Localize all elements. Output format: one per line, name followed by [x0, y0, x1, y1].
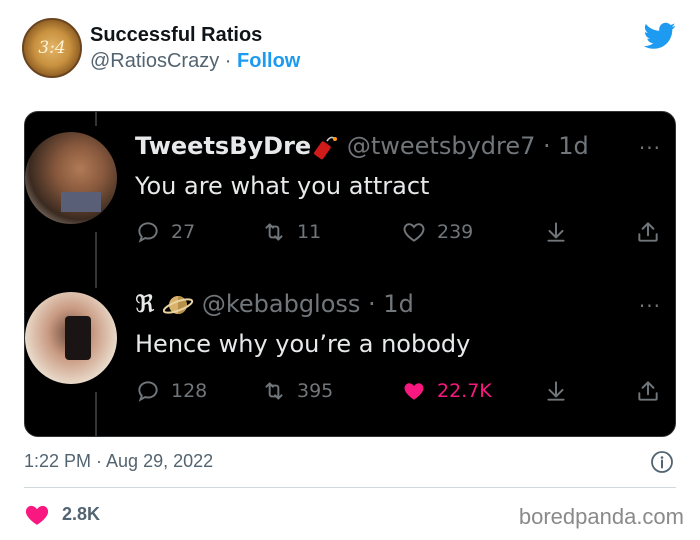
heart-filled-icon [404, 383, 424, 400]
account-avatar[interactable]: 3:4 [22, 18, 82, 78]
tweet-1-display-name[interactable]: TweetsByDre [135, 132, 311, 160]
account-handle[interactable]: @RatiosCrazy [90, 50, 219, 72]
tweet-2-save-button[interactable] [543, 374, 569, 408]
heart-filled-icon [25, 505, 49, 525]
tweet-2-retweet-button[interactable]: 395 [261, 374, 333, 408]
reply-icon [138, 381, 158, 402]
tweet-2-header: ℜ @kebabgloss · 1d [135, 290, 414, 320]
tweet-2-actions: 128 395 22.7K [135, 374, 665, 408]
embed-like-count: 2.8K [62, 503, 101, 524]
firecracker-icon [314, 136, 338, 160]
tweet-2-like-button[interactable]: 22.7K [401, 374, 492, 408]
tweet-timestamp[interactable]: 1:22 PM · Aug 29, 2022 [24, 451, 213, 472]
tweet-2-avatar[interactable] [25, 292, 117, 384]
separator-dot: · [224, 50, 232, 72]
tweet-2-meta[interactable]: @kebabgloss · 1d [202, 290, 414, 318]
tweet-1-retweet-count: 11 [297, 221, 322, 243]
boredpanda-watermark: boredpanda.com [518, 504, 684, 529]
tweet-2-like-count: 22.7K [437, 380, 492, 402]
tweet-1-avatar[interactable] [25, 132, 117, 224]
account-handle-line: @RatiosCrazy · Follow [90, 50, 300, 73]
tweet-1-share-button[interactable] [635, 215, 661, 249]
tweet-1-like-button[interactable]: 239 [401, 215, 473, 249]
footer-divider [24, 487, 676, 488]
tweet-1-save-button[interactable] [543, 215, 569, 249]
heart-outline-icon [403, 223, 425, 242]
tweet-1-text: You are what you attract [135, 172, 430, 200]
embedded-screenshot: TweetsByDre @tweetsbydre7 · 1d ··· You a… [24, 111, 676, 437]
download-icon [547, 222, 565, 242]
tweet-2-share-button[interactable] [635, 374, 661, 408]
tweet-1-reply-button[interactable]: 27 [135, 215, 195, 249]
tweet-1-like-count: 239 [437, 221, 474, 243]
tweet-2-reply-count: 128 [171, 380, 208, 402]
twitter-bird-icon[interactable] [644, 22, 676, 50]
account-display-name[interactable]: Successful Ratios [90, 24, 262, 47]
share-icon [638, 222, 658, 242]
download-icon [547, 381, 565, 401]
avatar-logo-text: 3:4 [38, 38, 66, 58]
tweet-2-retweet-count: 395 [297, 380, 334, 402]
tweet-2-reply-button[interactable]: 128 [135, 374, 207, 408]
tweet-1-retweet-button[interactable]: 11 [261, 215, 321, 249]
tweet-embed-header: 3:4 Successful Ratios @RatiosCrazy · Fol… [22, 16, 682, 82]
tweet-1-actions: 27 11 239 [135, 215, 665, 249]
tweet-2-text: Hence why you’re a nobody [135, 330, 471, 358]
retweet-icon [265, 382, 283, 400]
tweet-1-reply-count: 27 [171, 221, 196, 243]
tweet-1-header: TweetsByDre @tweetsbydre7 · 1d [135, 132, 589, 161]
info-icon[interactable] [650, 450, 674, 474]
tweet-2-display-name[interactable]: ℜ [135, 290, 155, 318]
retweet-icon [265, 223, 283, 241]
tweet-1-more-button[interactable]: ··· [639, 136, 661, 160]
reply-icon [138, 222, 158, 243]
tweet-1-meta[interactable]: @tweetsbydre7 · 1d [347, 132, 589, 160]
embed-like-button[interactable]: 2.8K [24, 500, 100, 528]
tweet-2-more-button[interactable]: ··· [639, 294, 661, 318]
share-icon [638, 381, 658, 401]
ringed-planet-icon [163, 296, 194, 314]
follow-button[interactable]: Follow [237, 50, 300, 72]
